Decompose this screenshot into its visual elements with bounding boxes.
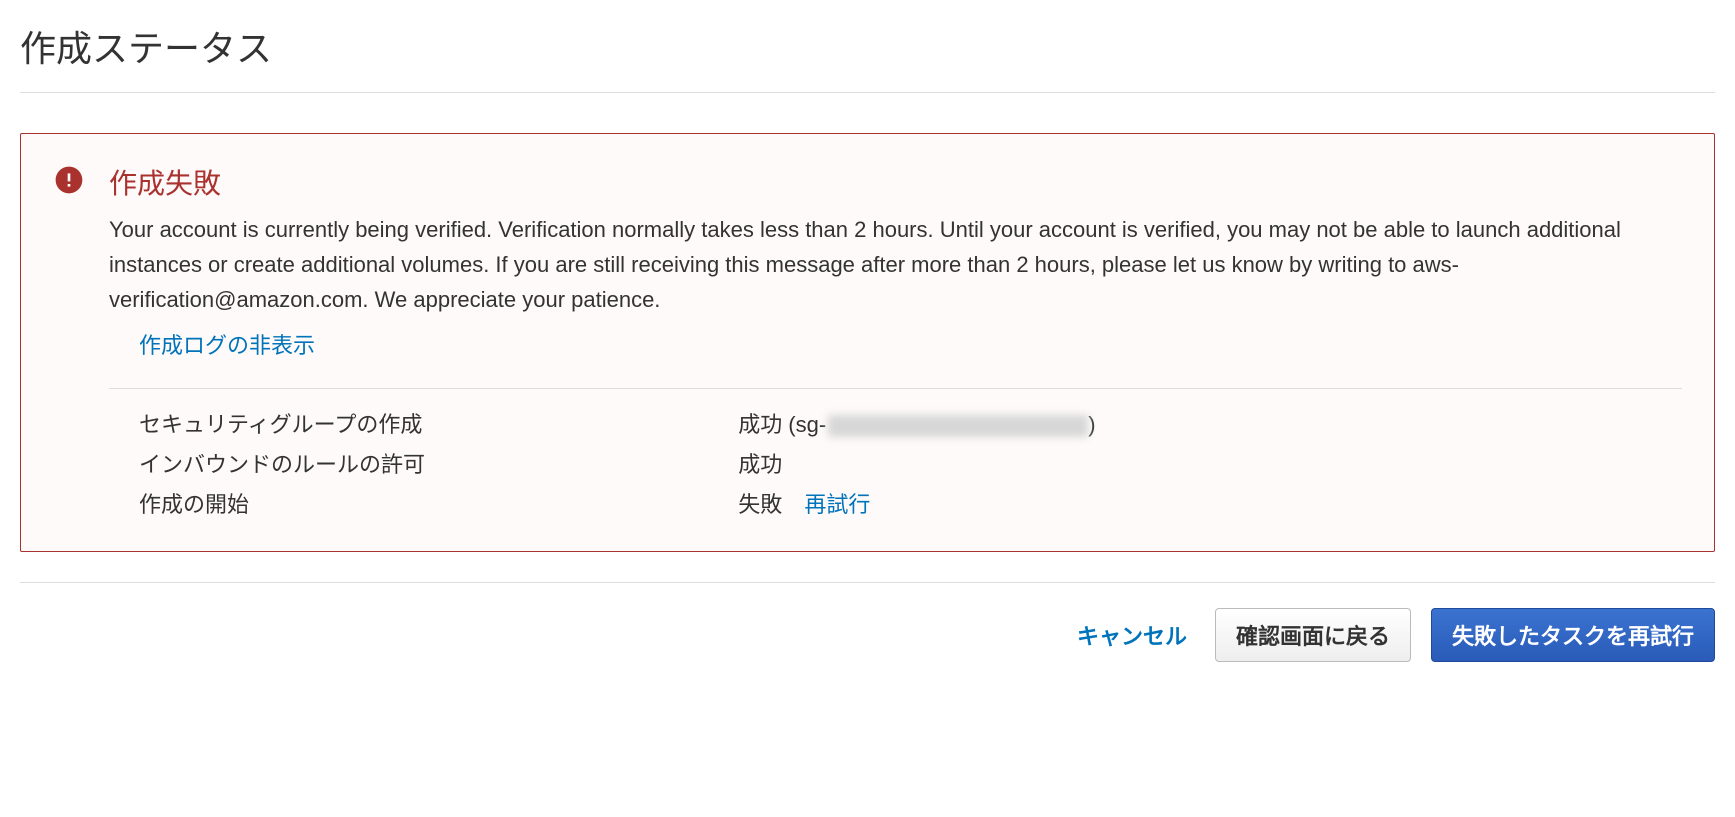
log-value: 失敗 再試行 — [738, 483, 1682, 523]
page-title: 作成ステータス — [20, 20, 1715, 93]
table-row: セキュリティグループの作成 成功 (sg-) — [109, 403, 1682, 443]
alert-message: Your account is currently being verified… — [109, 212, 1682, 318]
footer-divider — [20, 582, 1715, 583]
log-table: セキュリティグループの作成 成功 (sg-) インバウンドのルールの許可 成功 … — [109, 403, 1682, 523]
table-row: 作成の開始 失敗 再試行 — [109, 483, 1682, 523]
alert-title: 作成失敗 — [109, 162, 1682, 202]
table-row: インバウンドのルールの許可 成功 — [109, 443, 1682, 483]
retry-failed-button[interactable]: 失敗したタスクを再試行 — [1431, 608, 1715, 662]
alert-box: 作成失敗 Your account is currently being ver… — [20, 133, 1715, 552]
back-button[interactable]: 確認画面に戻る — [1215, 608, 1411, 662]
log-divider — [109, 388, 1682, 389]
redacted-id — [828, 415, 1088, 437]
error-icon — [53, 164, 85, 196]
footer-actions: キャンセル 確認画面に戻る 失敗したタスクを再試行 — [20, 608, 1715, 662]
log-label: インバウンドのルールの許可 — [109, 443, 738, 483]
alert-content: 作成失敗 Your account is currently being ver… — [109, 162, 1682, 523]
cancel-button[interactable]: キャンセル — [1069, 609, 1195, 661]
log-value: 成功 — [738, 443, 1682, 483]
log-label: 作成の開始 — [109, 483, 738, 523]
log-label: セキュリティグループの作成 — [109, 403, 738, 443]
log-value: 成功 (sg-) — [738, 403, 1682, 443]
toggle-log-link[interactable]: 作成ログの非表示 — [139, 328, 315, 360]
retry-link[interactable]: 再試行 — [804, 492, 870, 517]
